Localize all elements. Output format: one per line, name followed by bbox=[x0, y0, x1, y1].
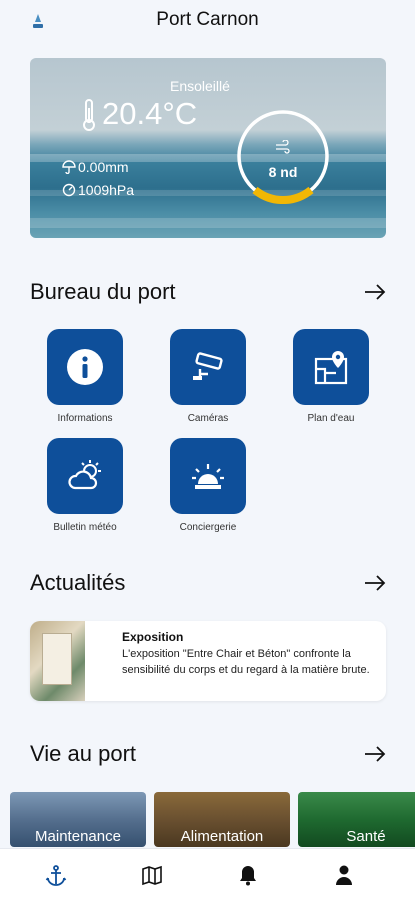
wind-gauge bbox=[237, 110, 329, 204]
tile-informations-button[interactable] bbox=[47, 329, 123, 405]
tile-label: Conciergerie bbox=[179, 522, 237, 533]
news-thumbnail bbox=[30, 621, 85, 701]
pressure-row: 1009hPa bbox=[62, 182, 134, 198]
tile-plan-eau[interactable]: Plan d'eau bbox=[281, 329, 381, 424]
arrow-right-icon[interactable] bbox=[364, 283, 386, 301]
news-text: L'exposition "Entre Chair et Béton" conf… bbox=[122, 648, 370, 676]
category-label: Santé bbox=[346, 828, 386, 845]
vie-title: Vie au port bbox=[30, 741, 137, 766]
news-title: Exposition bbox=[122, 630, 184, 644]
tile-label: Informations bbox=[57, 413, 113, 424]
pressure-value: 1009hPa bbox=[78, 182, 135, 198]
arrow-right-icon[interactable] bbox=[364, 745, 386, 763]
actualites-title: Actualités bbox=[30, 570, 126, 595]
map-icon bbox=[142, 865, 162, 886]
nav-notifications[interactable] bbox=[236, 863, 260, 887]
umbrella-icon bbox=[62, 160, 76, 174]
siren-icon bbox=[192, 464, 224, 489]
top-bar: Port Carnon bbox=[0, 0, 415, 42]
wind-icon bbox=[276, 140, 290, 154]
bottom-nav bbox=[0, 848, 415, 900]
tile-plan-eau-button[interactable] bbox=[293, 329, 369, 405]
news-card[interactable]: Exposition L'exposition "Entre Chair et … bbox=[30, 621, 386, 701]
info-icon bbox=[67, 349, 103, 385]
temperature-value: 20.4°C bbox=[102, 96, 198, 131]
wind-value: 8 nd bbox=[268, 164, 298, 180]
category-label: Maintenance bbox=[35, 828, 121, 845]
arrow-right-icon[interactable] bbox=[364, 574, 386, 592]
tile-bulletin-meteo[interactable]: Bulletin météo bbox=[35, 438, 135, 533]
camera-icon bbox=[193, 352, 223, 380]
tile-informations[interactable]: Informations bbox=[35, 329, 135, 424]
nav-home[interactable] bbox=[44, 863, 68, 887]
tile-cameras[interactable]: Caméras bbox=[158, 329, 258, 424]
bureau-header: Bureau du port bbox=[30, 279, 386, 309]
weather-condition: Ensoleillé bbox=[170, 78, 230, 94]
category-sante[interactable]: Santé bbox=[298, 792, 415, 847]
bell-icon bbox=[240, 866, 256, 886]
tile-conciergerie[interactable]: Conciergerie bbox=[158, 438, 258, 533]
tile-label: Plan d'eau bbox=[307, 413, 355, 424]
tile-conciergerie-button[interactable] bbox=[170, 438, 246, 514]
vie-header: Vie au port bbox=[30, 741, 386, 771]
nav-profile[interactable] bbox=[332, 863, 356, 887]
weather-card[interactable]: Ensoleillé 20.4°C 0.00mm 1009hPa 8 nd bbox=[30, 58, 386, 238]
anchor-icon bbox=[45, 865, 67, 886]
tile-label: Caméras bbox=[187, 413, 229, 424]
category-maintenance[interactable]: Maintenance bbox=[10, 792, 146, 847]
thermometer-icon bbox=[83, 99, 95, 131]
tile-cameras-button[interactable] bbox=[170, 329, 246, 405]
category-label: Alimentation bbox=[180, 828, 264, 845]
rain-row: 0.00mm bbox=[62, 159, 129, 175]
user-icon bbox=[336, 865, 352, 885]
page-title: Port Carnon bbox=[156, 9, 259, 30]
actualites-header: Actualités bbox=[30, 570, 386, 600]
tile-bulletin-meteo-button[interactable] bbox=[47, 438, 123, 514]
rain-value: 0.00mm bbox=[78, 159, 129, 175]
category-alimentation[interactable]: Alimentation bbox=[154, 792, 290, 847]
gauge-icon bbox=[62, 183, 76, 197]
nav-map[interactable] bbox=[140, 863, 164, 887]
tile-label: Bulletin météo bbox=[53, 522, 117, 533]
categories-carousel[interactable]: Maintenance Alimentation Santé bbox=[10, 792, 415, 847]
map-pin-icon bbox=[314, 351, 348, 385]
cloud-sun-icon bbox=[68, 460, 101, 490]
bureau-title: Bureau du port bbox=[30, 279, 176, 304]
